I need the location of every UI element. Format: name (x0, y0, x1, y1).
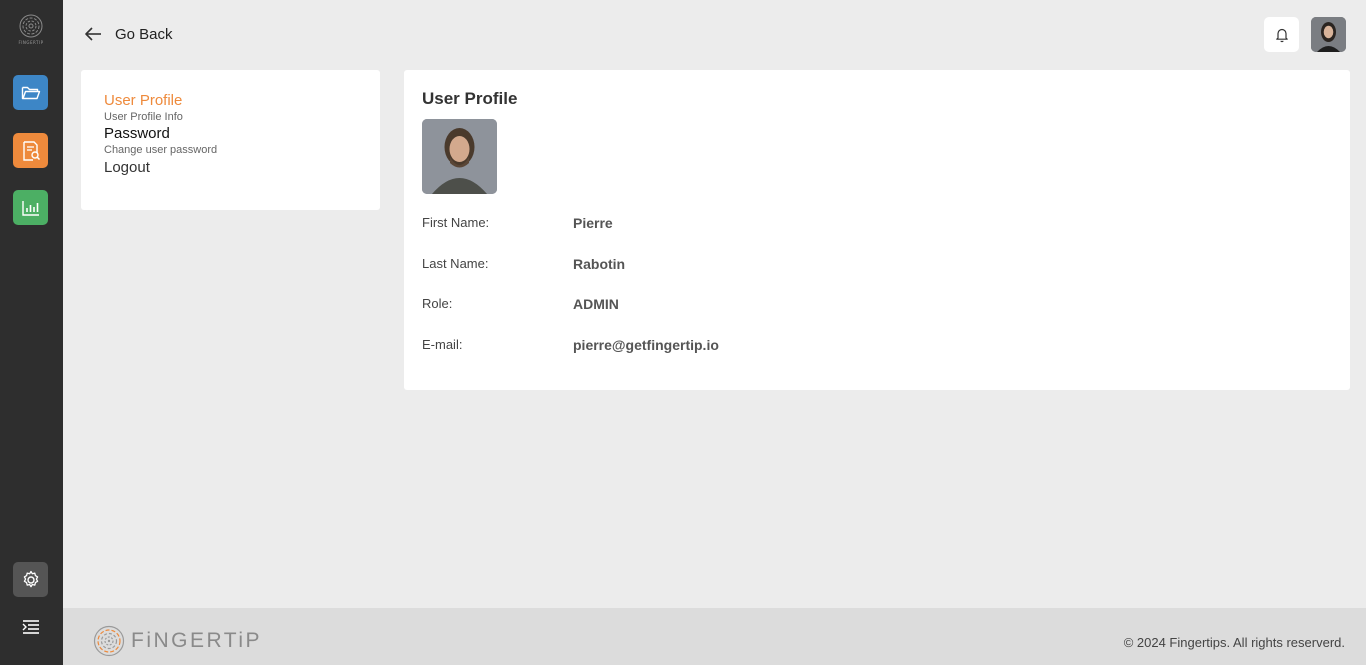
user-avatar-image (1311, 17, 1346, 52)
first-name-value: Pierre (573, 215, 613, 231)
folder-open-icon (21, 86, 40, 99)
user-profile-card: User Profile First Name: Pierre Last Nam… (404, 70, 1350, 390)
fingertip-logo[interactable]: FINGERTIP (16, 14, 46, 54)
bar-chart-icon (21, 200, 39, 216)
fingerprint-icon (93, 625, 125, 657)
email-label: E-mail: (422, 337, 463, 352)
user-avatar[interactable] (1311, 17, 1346, 52)
go-back-button[interactable]: Go Back (84, 22, 173, 46)
role-label: Role: (422, 296, 453, 311)
footer-logo: FiNGERTiP (93, 625, 262, 657)
sidebar-item-files[interactable] (13, 75, 48, 110)
page-title: User Profile (422, 89, 518, 108)
notifications-button[interactable] (1264, 17, 1299, 52)
gear-icon (23, 570, 38, 587)
footer-logo-text: FiNGERTiP (131, 629, 263, 652)
first-name-label: First Name: (422, 215, 490, 230)
profile-menu-card: User Profile User Profile Info Password … (81, 70, 380, 210)
role-value: ADMIN (573, 296, 619, 312)
sidebar: FINGERTIP (0, 0, 63, 665)
last-name-label: Last Name: (422, 256, 489, 271)
sidebar-item-settings[interactable] (13, 562, 48, 597)
menu-item-logout[interactable]: Logout (104, 159, 150, 176)
menu-item-user-profile-description: User Profile Info (104, 111, 183, 123)
bell-icon (1275, 28, 1288, 42)
copyright-text: © 2024 Fingertips. All rights reserverd. (1123, 635, 1345, 650)
footer: FiNGERTiP © 2024 Fingertips. All rights … (63, 608, 1366, 665)
menu-item-user-profile[interactable]: User Profile (104, 92, 182, 109)
menu-item-password[interactable]: Password (104, 125, 170, 142)
fingerprint-logo-icon (19, 14, 43, 38)
email-value: pierre@getfingertip.io (573, 337, 719, 353)
menu-item-password-description: Change user password (104, 144, 218, 156)
go-back-label: Go Back (115, 25, 173, 43)
arrow-left-icon (85, 27, 101, 41)
sidebar-item-analytics[interactable] (13, 190, 48, 225)
last-name-value: Rabotin (573, 256, 626, 272)
menu-indent-icon (22, 619, 39, 634)
profile-photo-image (422, 119, 497, 194)
profile-photo (422, 119, 497, 194)
logo-text: FINGERTIP (18, 40, 44, 45)
report-search-icon (22, 140, 40, 161)
sidebar-item-reports[interactable] (13, 133, 48, 168)
sidebar-toggle[interactable] (13, 609, 48, 644)
